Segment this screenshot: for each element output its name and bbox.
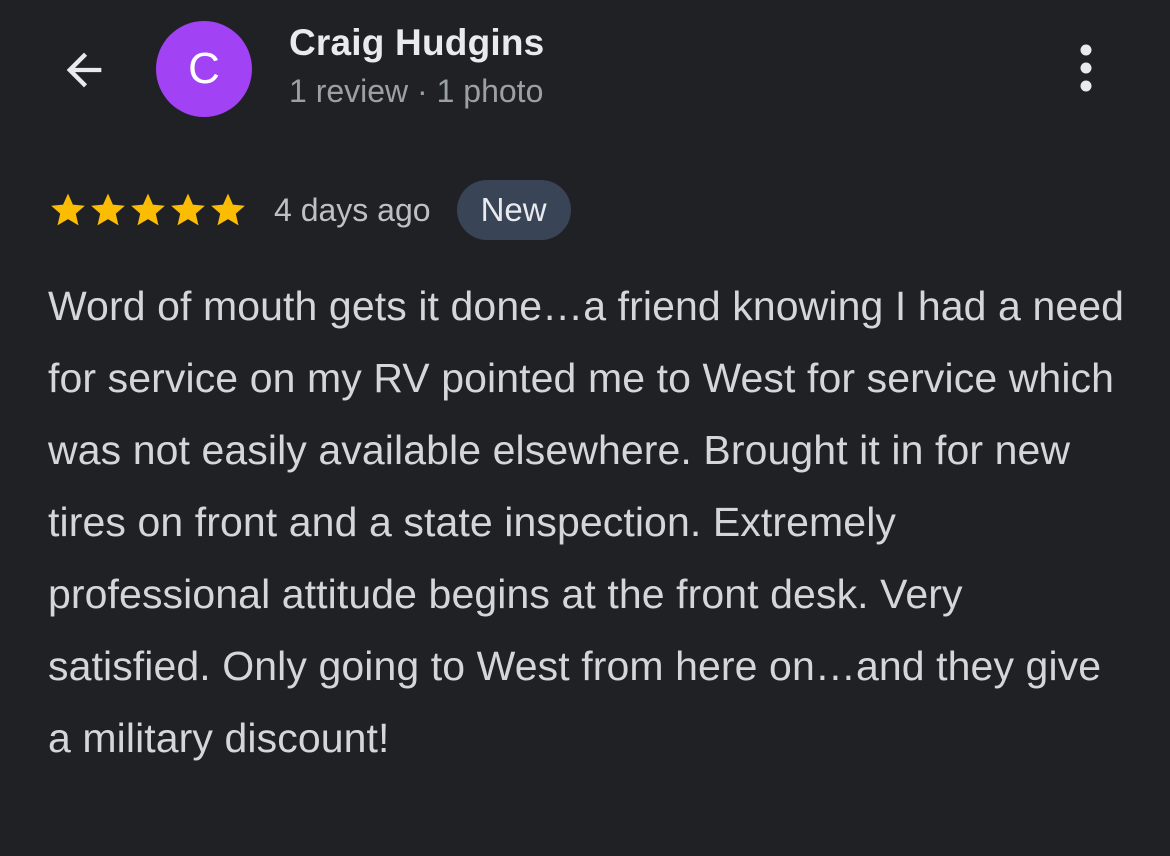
- back-button[interactable]: [52, 38, 116, 102]
- review-date: 4 days ago: [274, 191, 431, 228]
- star-icon: [51, 193, 85, 226]
- author-meta: 1 review · 1 photo: [289, 73, 544, 109]
- review-header: C Craig Hudgins 1 review · 1 photo: [0, 0, 1170, 150]
- author-name[interactable]: Craig Hudgins: [289, 22, 544, 64]
- star-icon: [171, 193, 205, 226]
- more-vert-icon: [1080, 44, 1092, 92]
- arrow-left-icon: [66, 52, 102, 88]
- star-icon: [131, 193, 165, 226]
- new-badge: New: [456, 180, 571, 240]
- star-icon: [91, 193, 125, 226]
- star-icon: [211, 193, 245, 226]
- rating-row: 4 days ago New: [48, 180, 571, 240]
- more-options-button[interactable]: [1060, 36, 1112, 100]
- avatar-letter: C: [188, 44, 220, 93]
- review-text: Word of mouth gets it done…a friend know…: [48, 283, 1125, 761]
- star-rating: [48, 190, 248, 230]
- avatar[interactable]: C: [156, 21, 252, 117]
